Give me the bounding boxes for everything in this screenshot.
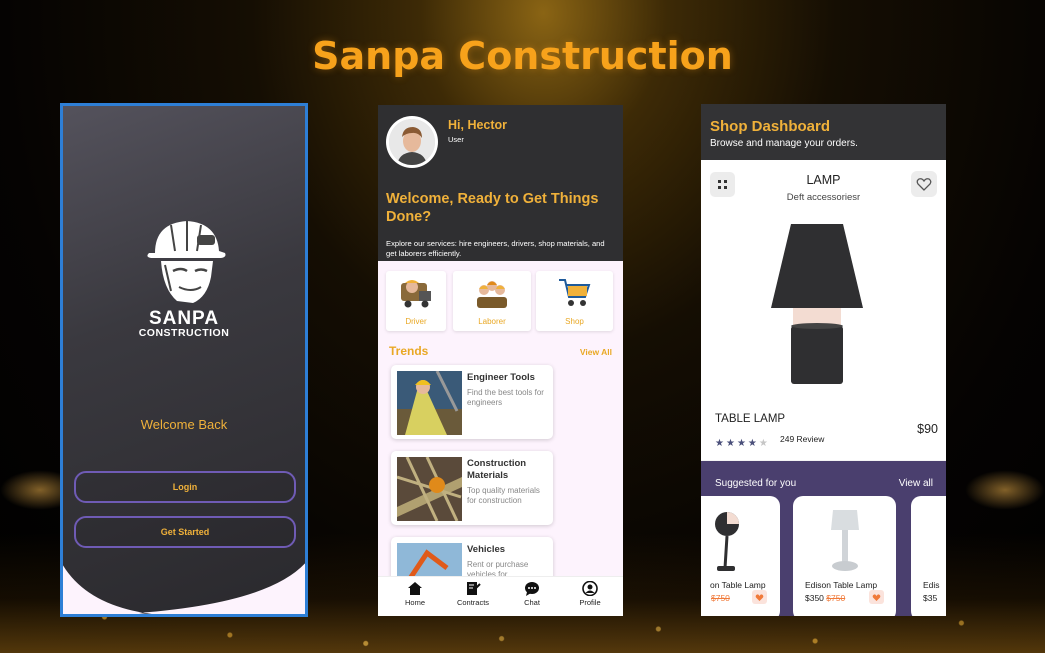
- lamp-thumbnail-icon: [715, 512, 739, 571]
- background-glow-right: [965, 470, 1045, 510]
- suggested-product-card[interactable]: Edis $35: [911, 496, 946, 616]
- trend-card-title: Engineer Tools: [467, 372, 535, 383]
- suggested-product-card[interactable]: Edison Table Lamp $350 $750: [793, 496, 896, 616]
- profile-icon: [582, 581, 598, 596]
- nav-label: Contracts: [456, 598, 490, 607]
- nav-label: Chat: [524, 598, 540, 607]
- review-count[interactable]: 249 Review: [780, 434, 824, 444]
- suggested-title-text: Edis: [923, 580, 940, 590]
- driver-icon: [401, 280, 431, 308]
- nav-label: Home: [404, 598, 425, 607]
- suggested-view-all-link[interactable]: View all: [899, 478, 933, 489]
- star-icon: ★: [725, 438, 735, 449]
- nav-home[interactable]: Home: [390, 581, 440, 607]
- welcome-heading: Welcome, Ready to Get Things Done?: [386, 191, 599, 225]
- engineer-photo-icon: [397, 371, 462, 435]
- category-laborer[interactable]: Laborer: [453, 271, 531, 331]
- laborer-icon: [477, 281, 507, 308]
- bottom-nav: Home Contracts Chat Profile: [378, 576, 623, 616]
- table-lamp-image-icon: [771, 224, 863, 384]
- trend-card-construction-materials[interactable]: Construction Materials Top quality mater…: [391, 451, 553, 525]
- category-label: Shop: [565, 317, 584, 326]
- rating-stars: ★ ★ ★ ★ ★: [715, 433, 770, 451]
- suggested-section: Suggested for you View all on Table Lamp…: [701, 461, 946, 616]
- category-shop[interactable]: Shop: [536, 271, 613, 331]
- shop-dashboard-screen: Shop Dashboard Browse and manage your or…: [701, 104, 946, 616]
- cart-icon: [559, 279, 591, 306]
- trends-title: Trends: [389, 344, 429, 358]
- product-price: $90: [917, 422, 938, 436]
- category-label: Driver: [405, 317, 427, 326]
- heart-icon: [755, 594, 764, 601]
- user-role: User: [448, 135, 464, 144]
- suggested-favorite-button[interactable]: [869, 590, 884, 604]
- suggested-favorite-button[interactable]: [752, 590, 767, 604]
- category-driver[interactable]: Driver: [386, 271, 446, 331]
- nav-contracts[interactable]: Contracts: [448, 581, 498, 607]
- suggested-old-price: $750: [826, 593, 846, 603]
- suggested-price: $35: [923, 593, 938, 603]
- nav-profile[interactable]: Profile: [565, 581, 615, 607]
- star-empty-icon: ★: [758, 438, 768, 449]
- lamp-thumbnail-icon: [831, 510, 859, 571]
- get-started-button[interactable]: Get Started: [74, 516, 296, 548]
- trend-card-title: Vehicles: [467, 544, 506, 555]
- category-label: Laborer: [478, 317, 506, 326]
- materials-photo-icon: [397, 457, 462, 521]
- bottom-curve-decoration: [63, 563, 305, 614]
- shop-title: Shop Dashboard: [710, 118, 831, 135]
- star-icon: ★: [736, 438, 746, 449]
- avatar[interactable]: [386, 116, 438, 168]
- trend-card-title: Construction Materials: [467, 458, 527, 481]
- nav-chat[interactable]: Chat: [507, 581, 557, 607]
- home-screen: Hi, Hector User Welcome, Ready to Get Th…: [378, 105, 623, 616]
- favorite-button[interactable]: [911, 171, 937, 197]
- home-icon: [408, 582, 422, 595]
- star-icon: ★: [715, 438, 724, 449]
- trend-card-description: Find the best tools for engineers: [467, 388, 544, 407]
- greeting: Hi, Hector: [448, 118, 508, 132]
- heart-icon: [872, 594, 881, 601]
- suggested-old-price: $750: [711, 593, 730, 603]
- user-photo-icon: [389, 119, 435, 165]
- product-name: LAMP: [806, 173, 841, 187]
- trends-view-all-link[interactable]: View All: [580, 347, 612, 357]
- page-title: Sanpa Construction: [312, 34, 733, 78]
- worker-helmet-logo-icon: [147, 221, 226, 303]
- services-description: Explore our services: hire engineers, dr…: [386, 239, 605, 258]
- suggested-title-text: Edison Table Lamp: [805, 580, 878, 590]
- heart-icon: [916, 178, 932, 191]
- shop-subtitle: Browse and manage your orders.: [710, 138, 858, 149]
- suggested-title-text: on Table Lamp: [710, 580, 766, 590]
- login-button[interactable]: Login: [74, 471, 296, 503]
- suggested-title: Suggested for you: [715, 478, 797, 489]
- trend-card-engineer-tools[interactable]: Engineer Tools Find the best tools for e…: [391, 365, 553, 439]
- star-icon: ★: [747, 438, 757, 449]
- brand-subtitle: CONSTRUCTION: [138, 327, 230, 339]
- welcome-text: Welcome Back: [140, 417, 228, 432]
- product-brand: Deft accessoriesr: [786, 192, 861, 203]
- contract-icon: [467, 582, 481, 595]
- suggested-product-card[interactable]: on Table Lamp $750: [701, 496, 780, 616]
- chat-icon: [525, 582, 539, 596]
- trend-card-description: Top quality materials for construction: [467, 486, 540, 505]
- product-title: TABLE LAMP: [715, 413, 786, 425]
- nav-label: Profile: [579, 598, 601, 607]
- suggested-price: $350: [805, 593, 824, 603]
- welcome-screen: SANPA CONSTRUCTION Welcome Back Login Ge…: [60, 103, 308, 617]
